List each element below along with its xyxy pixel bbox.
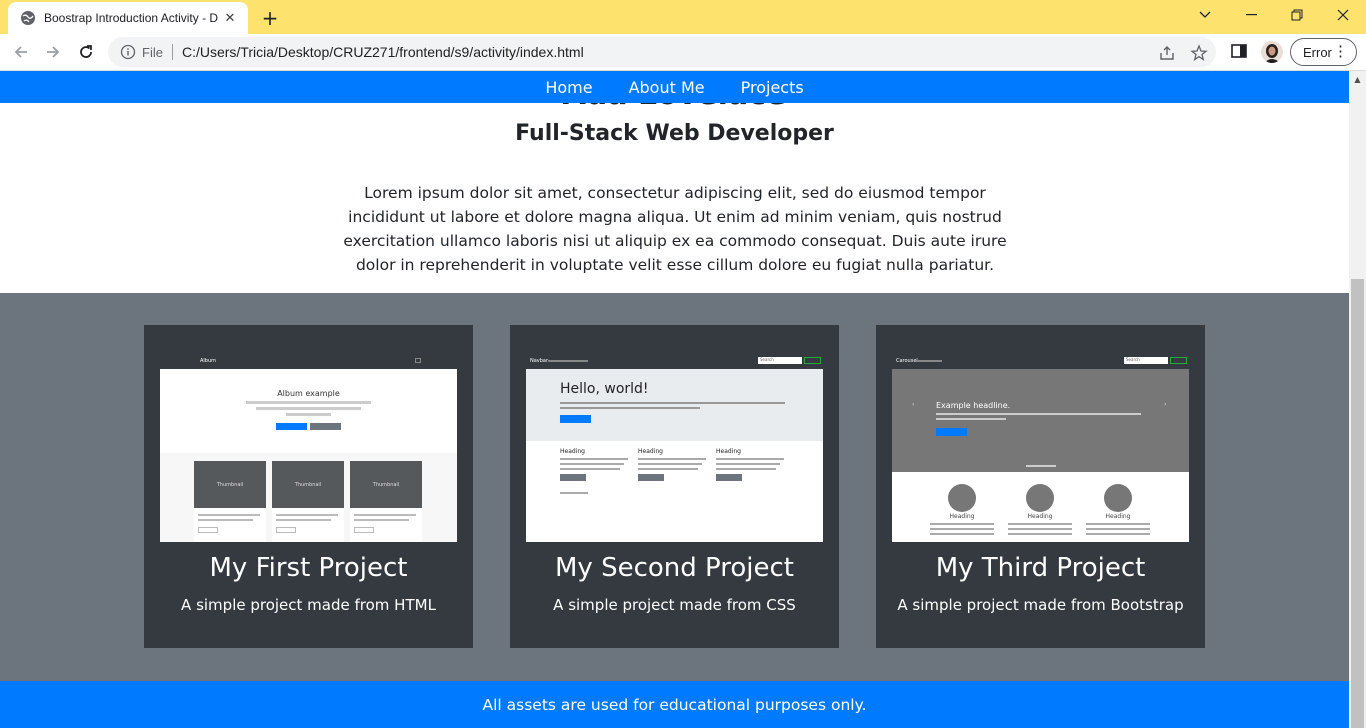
project-card-2[interactable]: Navbar Search Hello, world! Heading Head…	[510, 325, 839, 648]
project-3-description: A simple project made from Bootstrap	[897, 596, 1184, 614]
back-arrow-icon[interactable]	[8, 39, 34, 65]
project-3-title: My Third Project	[935, 553, 1146, 583]
project-3-preview-image: Carousel Search ‹ › Example headline. He…	[892, 353, 1189, 542]
tab-search-chevron-icon[interactable]	[1182, 0, 1228, 30]
browser-toolbar: File C:/Users/Tricia/Desktop/CRUZ271/fro…	[0, 34, 1366, 71]
project-1-description: A simple project made from HTML	[181, 596, 436, 614]
preview-3-search: Search	[1126, 357, 1140, 362]
preview-3-col-heading-2: Heading	[1027, 513, 1053, 520]
preview-1-thumb-label-3: Thumbnail	[372, 482, 400, 488]
preview-1-thumb-label-1: Thumbnail	[216, 482, 244, 488]
browser-tabstrip: Boostrap Introduction Activity - D ✕ +	[0, 0, 1366, 34]
site-footer: All assets are used for educational purp…	[0, 681, 1349, 728]
scrollbar-thumb[interactable]	[1351, 279, 1364, 728]
preview-1-thumb-label-2: Thumbnail	[294, 482, 322, 488]
nav-link-about-me[interactable]: About Me	[611, 78, 723, 97]
nav-link-home[interactable]: Home	[527, 78, 610, 97]
kebab-menu-icon[interactable]: ⋮	[1333, 44, 1348, 59]
preview-3-heading: Example headline.	[936, 401, 1011, 410]
info-icon[interactable]	[120, 44, 136, 60]
preview-2-search: Search	[760, 357, 774, 362]
preview-1-heading: Album example	[277, 389, 340, 398]
address-bar[interactable]: File C:/Users/Tricia/Desktop/CRUZ271/fro…	[108, 37, 1216, 67]
site-navbar: Home About Me Projects	[0, 71, 1349, 103]
page-scrollbar[interactable]: ▲	[1349, 71, 1366, 728]
url-scheme-label: File	[142, 44, 163, 60]
profile-error-button[interactable]: Error ⋮	[1290, 38, 1357, 66]
share-icon[interactable]	[1158, 44, 1176, 62]
nav-link-projects[interactable]: Projects	[723, 78, 822, 97]
preview-2-col-heading-1: Heading	[560, 448, 585, 455]
omnibox-divider	[171, 44, 173, 60]
project-card-3[interactable]: Carousel Search ‹ › Example headline. He…	[876, 325, 1205, 648]
new-tab-icon[interactable]: +	[258, 6, 282, 30]
preview-3-brand: Carousel	[896, 358, 918, 364]
project-2-title: My Second Project	[555, 553, 794, 583]
project-2-preview-image: Navbar Search Hello, world! Heading Head…	[526, 353, 823, 542]
reload-icon[interactable]	[73, 39, 99, 65]
project-1-preview-image: Album Album example Thumbnail Thumbnail …	[160, 353, 457, 542]
tab-title: Boostrap Introduction Activity - D	[44, 11, 219, 25]
preview-3-col-heading-1: Heading	[949, 513, 975, 520]
globe-icon	[21, 11, 35, 25]
bookmark-star-icon[interactable]	[1190, 44, 1208, 62]
scroll-up-arrow-icon[interactable]: ▲	[1349, 71, 1366, 88]
preview-2-brand: Navbar	[530, 358, 549, 364]
preview-2-col-heading-2: Heading	[638, 448, 663, 455]
close-tab-icon[interactable]: ✕	[220, 8, 240, 28]
browser-tab[interactable]: Boostrap Introduction Activity - D ✕	[8, 2, 248, 34]
forward-arrow-icon[interactable]	[40, 39, 66, 65]
side-panel-icon[interactable]	[1230, 42, 1248, 60]
projects-section: Album Album example Thumbnail Thumbnail …	[0, 293, 1349, 681]
preview-2-heading: Hello, world!	[560, 381, 649, 397]
hero-subtitle: Full-Stack Web Developer	[515, 121, 834, 146]
profile-avatar[interactable]	[1261, 41, 1283, 63]
preview-3-col-heading-3: Heading	[1105, 513, 1131, 520]
project-1-title: My First Project	[209, 553, 408, 583]
preview-1-brand: Album	[200, 358, 217, 364]
footer-text: All assets are used for educational purp…	[482, 695, 867, 714]
page-viewport: Home About Me Projects Ada Lovelace Full…	[0, 71, 1349, 728]
project-card-1[interactable]: Album Album example Thumbnail Thumbnail …	[144, 325, 473, 648]
url-text[interactable]: C:/Users/Tricia/Desktop/CRUZ271/frontend…	[182, 44, 584, 60]
restore-icon[interactable]	[1274, 0, 1320, 30]
profile-error-label: Error	[1303, 44, 1332, 60]
minimize-icon[interactable]	[1228, 0, 1274, 30]
hero-paragraph: Lorem ipsum dolor sit amet, consectetur …	[343, 184, 1007, 274]
preview-2-col-heading-3: Heading	[716, 448, 741, 455]
close-window-icon[interactable]	[1320, 0, 1366, 30]
project-2-description: A simple project made from CSS	[553, 596, 796, 614]
